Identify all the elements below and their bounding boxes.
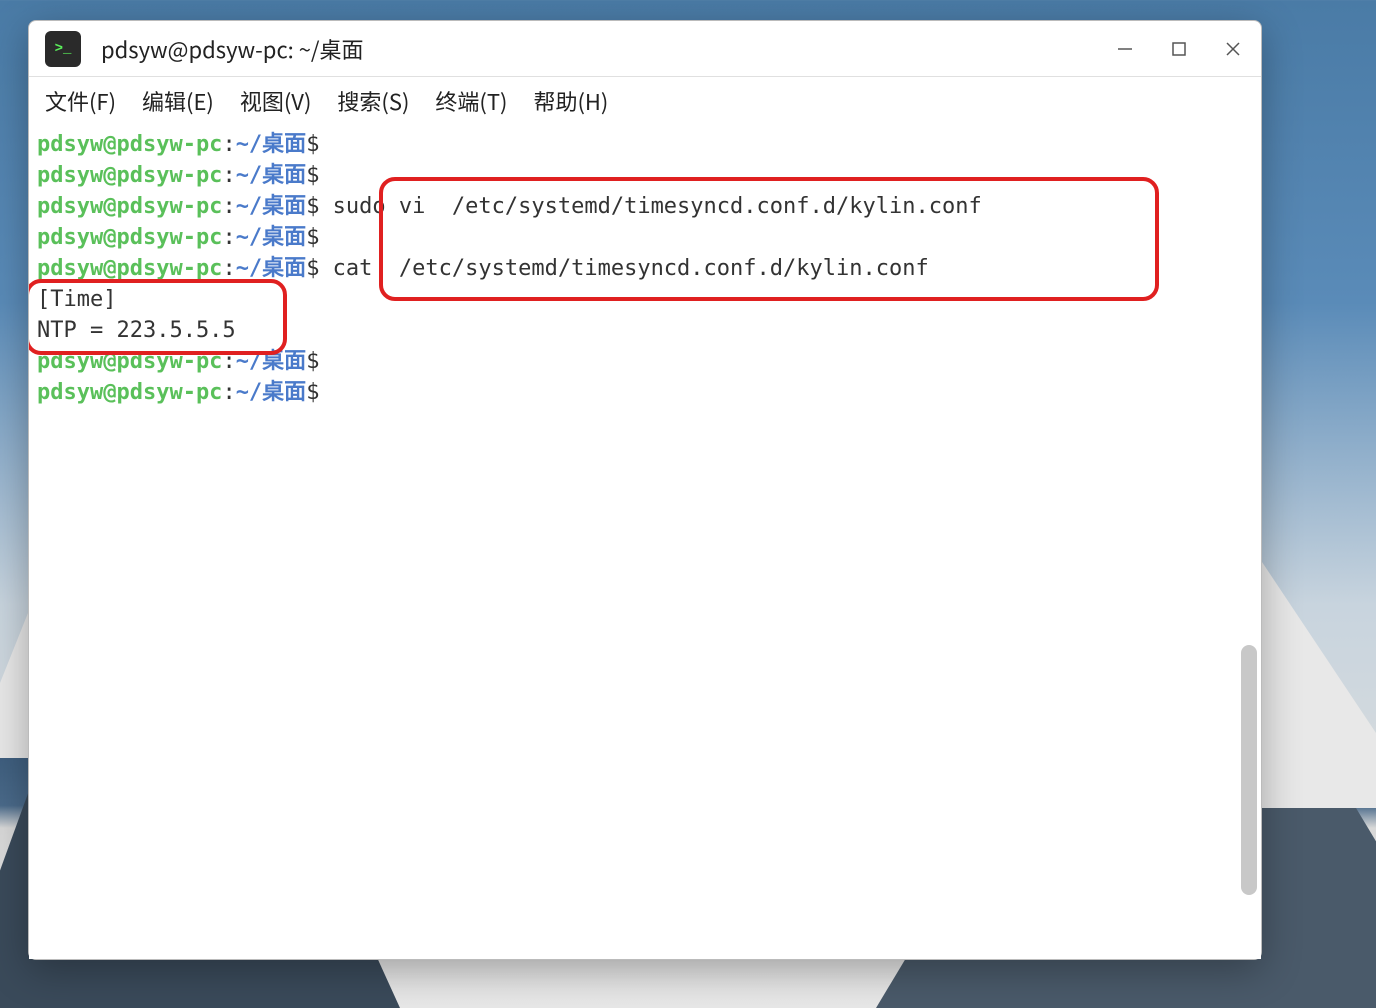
prompt-colon: : — [222, 132, 235, 157]
window-controls — [1113, 37, 1245, 61]
prompt-symbol: $ — [306, 225, 319, 250]
terminal-line: pdsyw@pdsyw-pc:~/桌面$ sudo vi /etc/system… — [37, 191, 1253, 222]
prompt-path: ~/桌面 — [236, 225, 307, 250]
prompt-path: ~/桌面 — [236, 163, 307, 188]
prompt-path: ~/桌面 — [236, 132, 307, 157]
prompt-user-host: pdsyw@pdsyw-pc — [37, 256, 222, 281]
terminal-icon-glyph: >_ — [55, 41, 72, 57]
terminal-line: pdsyw@pdsyw-pc:~/桌面$ — [37, 222, 1253, 253]
prompt-user-host: pdsyw@pdsyw-pc — [37, 225, 222, 250]
prompt-colon: : — [222, 380, 235, 405]
prompt-colon: : — [222, 225, 235, 250]
terminal-line: pdsyw@pdsyw-pc:~/桌面$ — [37, 160, 1253, 191]
prompt-symbol: $ — [306, 256, 319, 281]
terminal-line: pdsyw@pdsyw-pc:~/桌面$ — [37, 129, 1253, 160]
menu-view[interactable]: 视图(V) — [238, 81, 314, 121]
menu-search[interactable]: 搜索(S) — [335, 81, 411, 121]
prompt-colon: : — [222, 163, 235, 188]
prompt-user-host: pdsyw@pdsyw-pc — [37, 163, 222, 188]
prompt-colon: : — [222, 194, 235, 219]
prompt-user-host: pdsyw@pdsyw-pc — [37, 194, 222, 219]
prompt-user-host: pdsyw@pdsyw-pc — [37, 349, 222, 374]
prompt-path: ~/桌面 — [236, 349, 307, 374]
menu-terminal[interactable]: 终端(T) — [433, 81, 509, 121]
menu-help[interactable]: 帮助(H) — [531, 81, 610, 121]
menu-edit[interactable]: 编辑(E) — [140, 81, 216, 121]
terminal-output-line: NTP = 223.5.5.5 — [37, 315, 1253, 346]
prompt-symbol: $ — [306, 349, 319, 374]
command-cat: cat /etc/systemd/timesyncd.conf.d/kylin.… — [319, 256, 928, 281]
prompt-symbol: $ — [306, 163, 319, 188]
prompt-colon: : — [222, 349, 235, 374]
output-ntp-value: NTP = 223.5.5.5 — [37, 318, 236, 343]
prompt-user-host: pdsyw@pdsyw-pc — [37, 132, 222, 157]
output-time-section: [Time] — [37, 287, 116, 312]
terminal-body[interactable]: pdsyw@pdsyw-pc:~/桌面$ pdsyw@pdsyw-pc:~/桌面… — [29, 125, 1261, 959]
prompt-path: ~/桌面 — [236, 380, 307, 405]
terminal-app-icon: >_ — [45, 31, 81, 67]
terminal-line: pdsyw@pdsyw-pc:~/桌面$ cat /etc/systemd/ti… — [37, 253, 1253, 284]
window-titlebar[interactable]: >_ pdsyw@pdsyw-pc: ~/桌面 — [29, 21, 1261, 77]
prompt-colon: : — [222, 256, 235, 281]
close-button[interactable] — [1221, 37, 1245, 61]
prompt-path: ~/桌面 — [236, 194, 307, 219]
prompt-path: ~/桌面 — [236, 256, 307, 281]
command-sudo-vi: sudo vi /etc/systemd/timesyncd.conf.d/ky… — [319, 194, 981, 219]
scrollbar-thumb[interactable] — [1241, 645, 1257, 895]
menu-file[interactable]: 文件(F) — [43, 81, 118, 121]
window-title: pdsyw@pdsyw-pc: ~/桌面 — [101, 33, 1113, 65]
terminal-line: pdsyw@pdsyw-pc:~/桌面$ — [37, 346, 1253, 377]
prompt-symbol: $ — [306, 194, 319, 219]
maximize-button[interactable] — [1167, 37, 1191, 61]
minimize-button[interactable] — [1113, 37, 1137, 61]
terminal-window: >_ pdsyw@pdsyw-pc: ~/桌面 文件(F) 编辑(E) 视图(V… — [28, 20, 1262, 960]
prompt-symbol: $ — [306, 132, 319, 157]
prompt-user-host: pdsyw@pdsyw-pc — [37, 380, 222, 405]
prompt-symbol: $ — [306, 380, 319, 405]
menu-bar: 文件(F) 编辑(E) 视图(V) 搜索(S) 终端(T) 帮助(H) — [29, 77, 1261, 125]
terminal-output-line: [Time] — [37, 284, 1253, 315]
terminal-line: pdsyw@pdsyw-pc:~/桌面$ — [37, 377, 1253, 408]
